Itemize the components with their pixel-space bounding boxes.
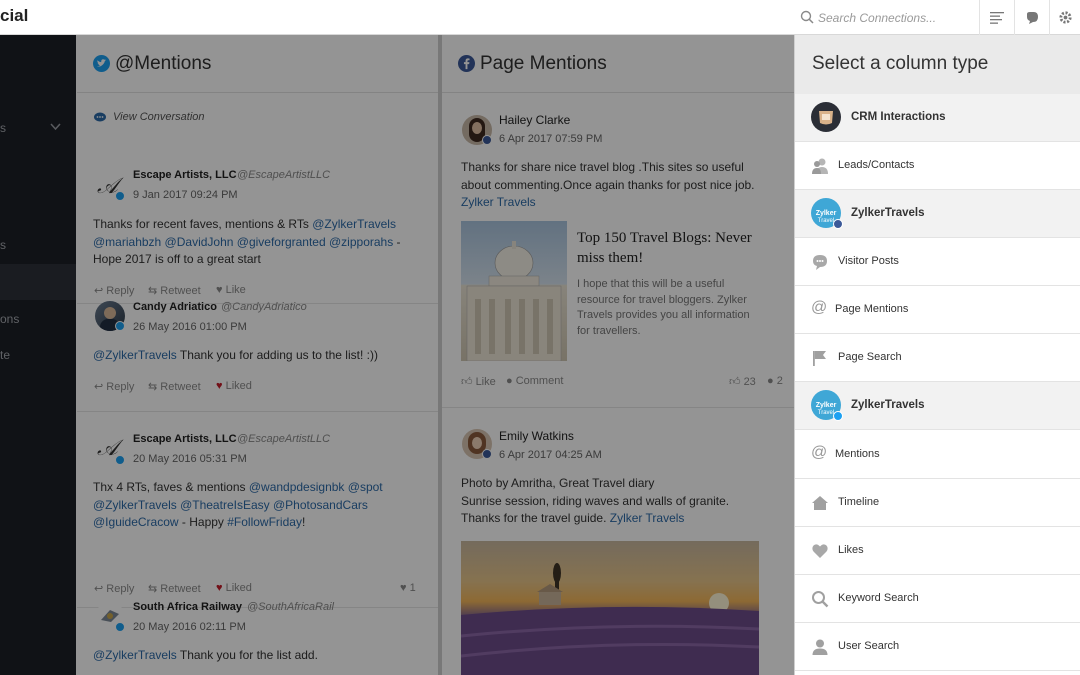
- svg-text:Travel: Travel: [818, 410, 834, 416]
- layout-button[interactable]: [979, 0, 1014, 35]
- user-icon: [812, 639, 828, 655]
- top-bar: cial: [0, 0, 1080, 35]
- column-type-crm-interactions[interactable]: CRM Interactions: [795, 94, 1080, 142]
- app-brand: cial: [0, 6, 29, 25]
- column-type-label: Keyword Search: [838, 592, 919, 604]
- gear-icon: [1058, 11, 1072, 24]
- svg-text:Zylker: Zylker: [816, 402, 837, 409]
- column-type-user-search[interactable]: User Search: [795, 623, 1080, 671]
- panel-header: Select a column type: [795, 35, 1080, 94]
- search-icon: [812, 591, 829, 608]
- column-type-label: Leads/Contacts: [838, 159, 915, 171]
- contacts-icon: [812, 158, 828, 174]
- column-type-zylkertravels-facebook[interactable]: Zylker Travel ZylkerTravels: [795, 190, 1080, 238]
- column-type-label: Page Mentions: [835, 303, 909, 315]
- facebook-badge-icon: [833, 219, 843, 229]
- search-input[interactable]: [818, 9, 968, 27]
- search-icon: [800, 10, 814, 24]
- column-type-page-mentions[interactable]: @ Page Mentions: [795, 286, 1080, 334]
- column-type-label: User Search: [838, 640, 900, 652]
- at-icon: @: [811, 444, 828, 461]
- brand-button[interactable]: [1014, 0, 1049, 35]
- column-type-label: Mentions: [835, 448, 880, 460]
- twitter-badge-icon: [833, 411, 843, 421]
- column-type-panel: Select a column type CRM Interactions Le…: [794, 35, 1080, 675]
- svg-text:Travel: Travel: [818, 218, 834, 224]
- column-type-label: ZylkerTravels: [851, 207, 925, 219]
- column-type-timeline[interactable]: Timeline: [795, 479, 1080, 527]
- column-type-label: Visitor Posts: [838, 255, 899, 267]
- heart-icon: [812, 544, 828, 558]
- panel-title: Select a column type: [812, 53, 989, 74]
- align-lines-icon: [990, 12, 1004, 24]
- column-type-label: CRM Interactions: [851, 111, 946, 123]
- home-icon: [812, 496, 828, 510]
- flag-icon: [813, 351, 826, 366]
- column-type-label: Timeline: [838, 496, 880, 508]
- column-type-mentions[interactable]: @ Mentions: [795, 431, 1080, 479]
- column-type-likes[interactable]: Likes: [795, 527, 1080, 575]
- at-icon: @: [811, 299, 828, 316]
- column-type-label: ZylkerTravels: [851, 399, 925, 411]
- column-type-visitor-posts[interactable]: Visitor Posts: [795, 238, 1080, 286]
- column-type-label: Likes: [838, 544, 864, 556]
- brand-tag-icon: [1026, 11, 1038, 24]
- modal-backdrop[interactable]: [0, 35, 794, 675]
- svg-text:Zylker: Zylker: [816, 210, 837, 217]
- crm-avatar-icon: [811, 102, 841, 132]
- column-type-label: Page Search: [838, 351, 902, 363]
- column-type-leads-contacts[interactable]: Leads/Contacts: [795, 142, 1080, 190]
- column-type-keyword-search[interactable]: Keyword Search: [795, 575, 1080, 623]
- speech-bubble-icon: [813, 255, 827, 270]
- column-type-page-search[interactable]: Page Search: [795, 334, 1080, 382]
- settings-button[interactable]: [1049, 0, 1080, 35]
- column-type-zylkertravels-twitter[interactable]: Zylker Travel ZylkerTravels: [795, 382, 1080, 430]
- search-box[interactable]: [800, 9, 970, 27]
